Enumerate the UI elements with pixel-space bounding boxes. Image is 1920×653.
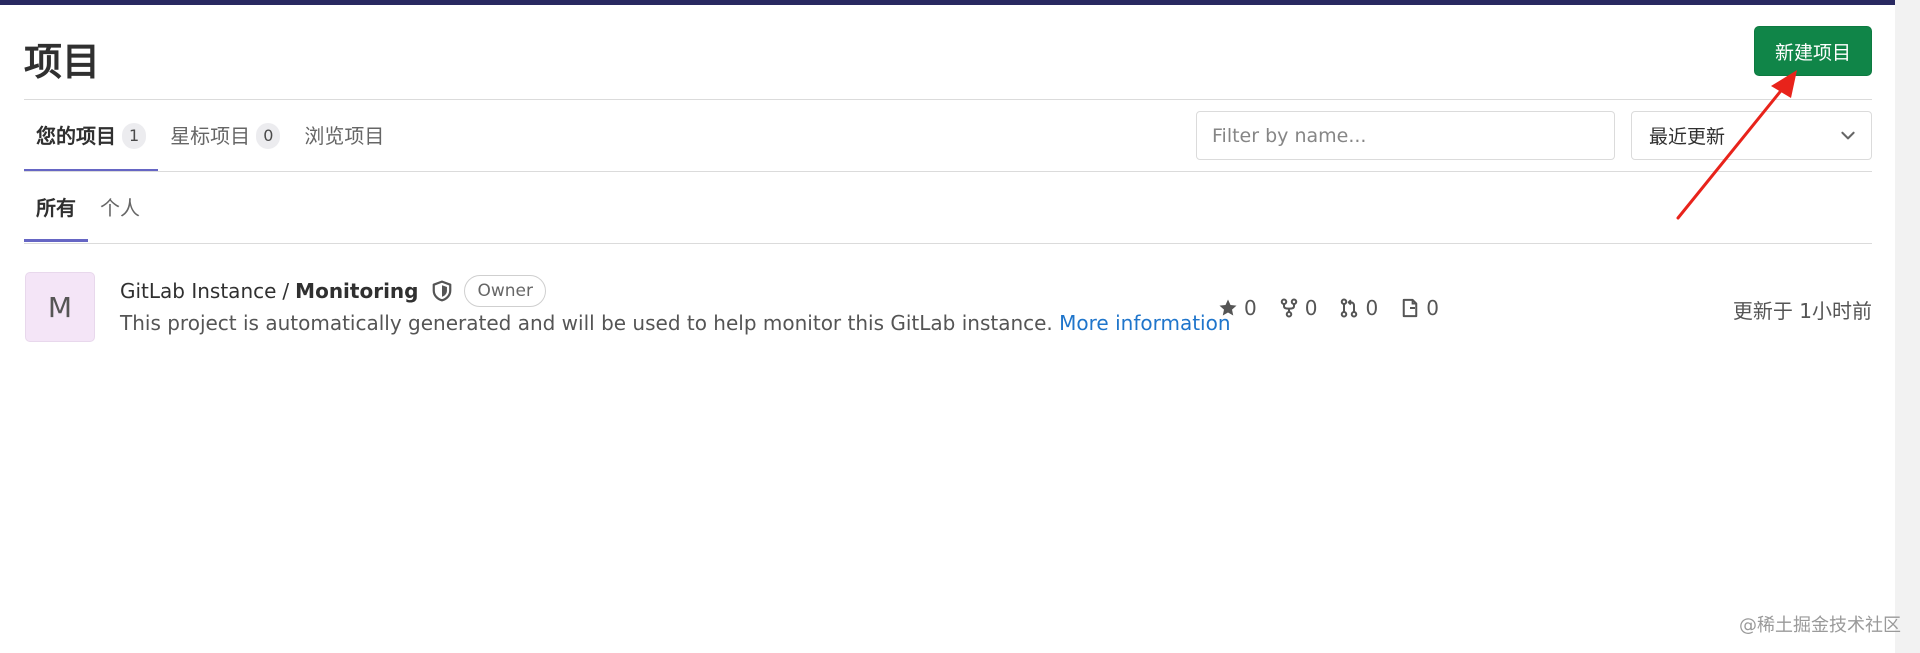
tab-your-projects[interactable]: 您的项目 1 bbox=[24, 116, 159, 172]
issues-icon bbox=[1402, 298, 1418, 318]
project-description-text: This project is automatically generated … bbox=[120, 311, 1053, 335]
scrollbar-gutter[interactable] bbox=[1895, 0, 1920, 653]
tab-label: 浏览项目 bbox=[304, 124, 385, 148]
divider bbox=[24, 171, 1872, 172]
project-namespace[interactable]: GitLab Instance bbox=[120, 279, 276, 303]
tab-starred-projects[interactable]: 星标项目 0 bbox=[158, 116, 292, 170]
divider bbox=[24, 243, 1872, 244]
project-title-line: GitLab Instance / Monitoring Owner bbox=[120, 275, 546, 307]
new-project-button[interactable]: 新建项目 bbox=[1754, 26, 1872, 76]
more-information-link[interactable]: More information bbox=[1059, 311, 1230, 335]
divider bbox=[24, 99, 1872, 100]
merge-requests-stat[interactable]: 0 bbox=[1339, 296, 1378, 320]
merge-request-icon bbox=[1341, 298, 1358, 318]
tab-explore-projects[interactable]: 浏览项目 bbox=[292, 116, 396, 170]
count-badge: 0 bbox=[256, 123, 281, 149]
fork-icon bbox=[1280, 298, 1297, 318]
shield-icon bbox=[433, 280, 452, 302]
count-badge: 1 bbox=[122, 123, 147, 149]
stars-stat[interactable]: 0 bbox=[1218, 296, 1257, 320]
tab-label: 星标项目 bbox=[170, 124, 251, 148]
chevron-down-icon bbox=[1841, 131, 1855, 140]
forks-stat[interactable]: 0 bbox=[1279, 296, 1318, 320]
project-name-link[interactable]: Monitoring bbox=[295, 279, 418, 303]
stars-count: 0 bbox=[1244, 296, 1257, 320]
watermark: @稀土掘金技术社区 bbox=[1739, 615, 1901, 636]
tab-label: 您的项目 bbox=[36, 124, 116, 148]
subtab-all[interactable]: 所有 bbox=[24, 190, 88, 242]
issues-stat[interactable]: 0 bbox=[1400, 296, 1439, 320]
forks-count: 0 bbox=[1304, 296, 1318, 320]
subtab-personal[interactable]: 个人 bbox=[88, 190, 152, 242]
project-description: This project is automatically generated … bbox=[120, 311, 1231, 335]
project-stats: 0 0 0 0 bbox=[1218, 295, 1461, 321]
top-navbar-strip bbox=[0, 0, 1895, 5]
page-title: 项目 bbox=[24, 40, 101, 84]
sort-selected-label: 最近更新 bbox=[1649, 126, 1726, 148]
star-icon bbox=[1219, 299, 1237, 316]
merge-requests-count: 0 bbox=[1365, 296, 1379, 320]
role-badge: Owner bbox=[464, 275, 546, 307]
ownership-subtabs: 所有 个人 bbox=[24, 190, 152, 242]
filter-by-name-input[interactable] bbox=[1196, 111, 1615, 160]
last-updated: 更新于 1小时前 bbox=[1732, 299, 1872, 323]
issues-count: 0 bbox=[1426, 296, 1439, 320]
path-separator: / bbox=[282, 279, 290, 303]
sort-dropdown[interactable]: 最近更新 bbox=[1631, 111, 1872, 160]
project-tabs: 您的项目 1 星标项目 0 浏览项目 bbox=[24, 116, 396, 172]
project-avatar[interactable]: M bbox=[25, 272, 95, 342]
